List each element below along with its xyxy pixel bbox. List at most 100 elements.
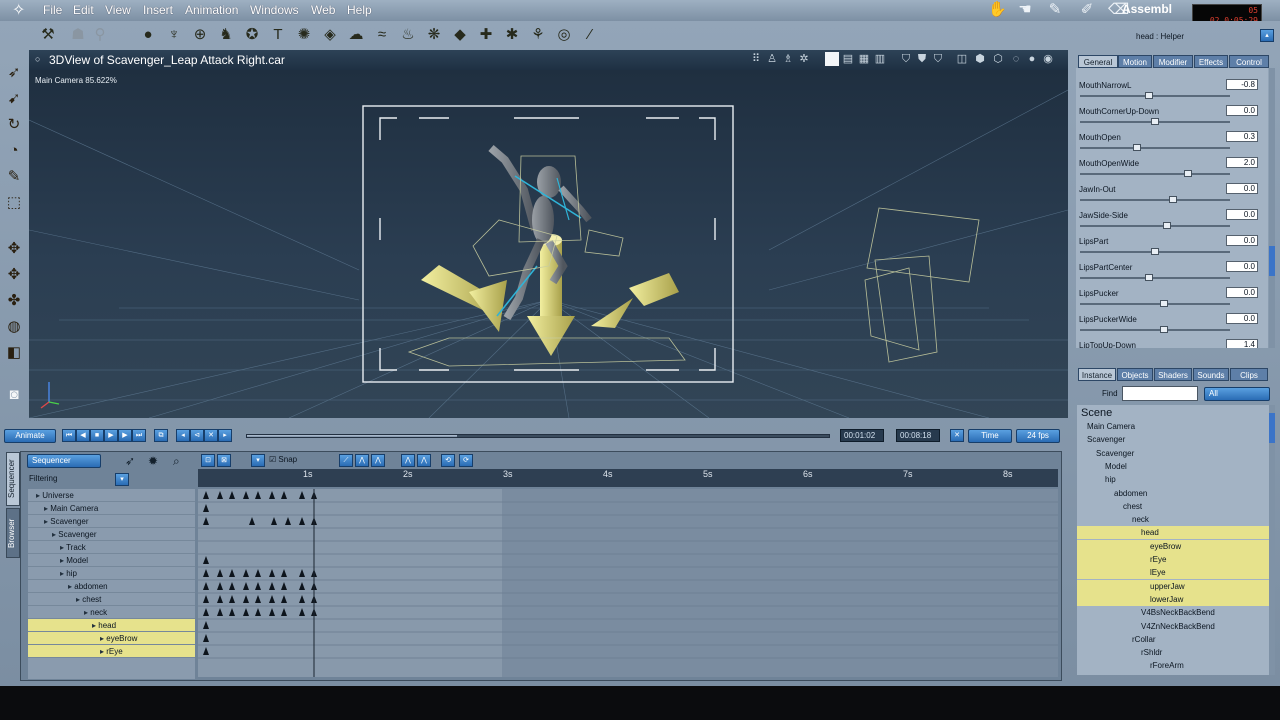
morph-slider-knob[interactable]	[1151, 248, 1159, 255]
morph-slider-knob[interactable]	[1169, 196, 1177, 203]
plane-icon[interactable]: ◈	[320, 25, 340, 45]
key-smooth-icon[interactable]: ⋀	[371, 454, 385, 467]
layout-split-icon[interactable]: ▤	[841, 52, 855, 66]
morph-slider-track[interactable]	[1080, 173, 1230, 175]
morph-value-field[interactable]: 1.4	[1226, 339, 1258, 348]
scene-tree-row[interactable]: Main Camera	[1077, 420, 1269, 433]
scene-tree-row[interactable]: upperJaw	[1077, 579, 1269, 593]
tree-icon[interactable]: ⚘	[528, 25, 548, 45]
tab-sounds[interactable]: Sounds	[1193, 368, 1229, 381]
scene-tree-row[interactable]: rForeArm	[1077, 659, 1269, 672]
fit-view-icon[interactable]: ⊡	[201, 454, 215, 467]
sequencer-tree-row[interactable]: ▸ abdomen	[28, 580, 195, 593]
time-scrubber[interactable]	[246, 434, 830, 438]
scene-tree-row[interactable]: V4BsNeckBackBend	[1077, 606, 1269, 619]
translate-icon[interactable]: ✥	[4, 239, 24, 259]
sphere-lit-icon[interactable]: ◉	[1041, 52, 1055, 66]
sphere-smooth-icon[interactable]: ●	[1025, 52, 1039, 66]
morph-slider-track[interactable]	[1080, 225, 1230, 227]
play-icon[interactable]: ▶	[104, 429, 118, 442]
key-linear-icon[interactable]: ⟋	[339, 454, 353, 467]
scene-tree-row[interactable]: lEye	[1077, 566, 1269, 580]
move-arrow-icon[interactable]: ➹	[4, 89, 24, 109]
tab-clips[interactable]: Clips	[1230, 368, 1268, 381]
scene-tree-row[interactable]: head	[1077, 526, 1269, 540]
hands-icon[interactable]: ☗	[68, 25, 88, 45]
scene-tree-row[interactable]: abdomen	[1077, 487, 1269, 500]
snap-checkbox[interactable]: ☑ Snap	[269, 455, 297, 464]
figure-icon[interactable]: ♞	[216, 25, 236, 45]
sphere-wire-icon[interactable]: ◌	[1009, 52, 1023, 66]
morph-slider-track[interactable]	[1080, 329, 1230, 331]
sequencer-tree-row[interactable]: ▸ head	[28, 619, 195, 632]
tab-instance[interactable]: Instance	[1078, 368, 1116, 381]
pin-icon[interactable]: ✚	[476, 25, 496, 45]
orbit-icon[interactable]: ✤	[4, 291, 24, 311]
morph-value-field[interactable]: 0.3	[1226, 131, 1258, 142]
find-input[interactable]	[1122, 386, 1198, 401]
animate-button[interactable]: Animate	[4, 429, 56, 443]
menu-insert[interactable]: Insert	[143, 3, 173, 17]
sequencer-tree-row[interactable]: ▸ hip	[28, 567, 195, 580]
current-time-field[interactable]: 00:01:02	[840, 429, 884, 442]
gear-icon[interactable]: ✪	[242, 25, 262, 45]
morph-value-field[interactable]: 0.0	[1226, 287, 1258, 298]
menu-file[interactable]: File	[43, 3, 62, 17]
tab-objects[interactable]: Objects	[1117, 368, 1153, 381]
full-view-icon[interactable]	[825, 52, 839, 66]
sequencer-tree-row[interactable]: ▸ Track	[28, 541, 195, 554]
morph-slider-track[interactable]	[1080, 277, 1230, 279]
morph-slider-knob[interactable]	[1160, 300, 1168, 307]
close-dot-icon[interactable]: ○	[35, 54, 40, 64]
sequencer-tracks[interactable]	[198, 489, 1058, 677]
step-forward-icon[interactable]: ▶	[118, 429, 132, 442]
tab-shaders[interactable]: Shaders	[1154, 368, 1192, 381]
sequencer-tree-row[interactable]: ▸ Main Camera	[28, 502, 195, 515]
scene-tree-row[interactable]: eyeBrow	[1077, 539, 1269, 553]
sequencer-tree-row[interactable]: ▸ Universe	[28, 489, 195, 502]
morph-slider-knob[interactable]	[1160, 326, 1168, 333]
bulb-icon[interactable]: ♗	[781, 52, 795, 66]
tab-effects[interactable]: Effects	[1194, 55, 1228, 68]
sequencer-tree-row[interactable]: ▸ Scavenger	[28, 515, 195, 528]
rotate-icon[interactable]: ↻	[4, 115, 24, 135]
menu-animation[interactable]: Animation	[185, 3, 238, 17]
hand-tool-icon[interactable]: ✋	[988, 1, 1007, 19]
add-key-icon[interactable]: ⊲	[190, 429, 204, 442]
goto-start-icon[interactable]: ⏮	[62, 429, 76, 442]
delete-key-icon[interactable]: ✕	[204, 429, 218, 442]
snap-dropdown-icon[interactable]: ▾	[251, 454, 265, 467]
magic-wand-icon[interactable]: ⚒	[38, 25, 58, 45]
scene-tree-row[interactable]: lowerJaw	[1077, 592, 1269, 606]
cloud-icon[interactable]: ☁	[346, 25, 366, 45]
prev-key-icon[interactable]: ◂	[176, 429, 190, 442]
scene-tree-row[interactable]: Model	[1077, 460, 1269, 473]
particles-icon[interactable]: ❋	[424, 25, 444, 45]
grid-icon[interactable]: ⠿	[749, 52, 763, 66]
morph-slider-knob[interactable]	[1145, 92, 1153, 99]
panel-collapse-icon[interactable]: ▴	[1260, 29, 1274, 42]
time-ruler[interactable]: 1s 2s 3s 4s 5s 6s 7s 8s	[198, 469, 1058, 487]
stop-icon[interactable]: ■	[90, 429, 104, 442]
tab-modifier[interactable]: Modifier	[1153, 55, 1193, 68]
step-back-icon[interactable]: ◀	[76, 429, 90, 442]
goblet-icon[interactable]: ♆	[164, 25, 184, 45]
morph-value-field[interactable]: 0.0	[1226, 235, 1258, 246]
wire-shield-icon[interactable]: ⛊	[915, 52, 929, 66]
pen-tool-icon[interactable]: ✎	[1046, 1, 1064, 19]
sequencer-tree-row[interactable]: ▸ Scavenger	[28, 528, 195, 541]
morph-slider-knob[interactable]	[1184, 170, 1192, 177]
tab-control[interactable]: Control	[1229, 55, 1269, 68]
scene-tree-row[interactable]: V4ZnNeckBackBend	[1077, 620, 1269, 633]
scene-tree-row[interactable]: hip	[1077, 473, 1269, 486]
menu-view[interactable]: View	[105, 3, 131, 17]
scene-tree-row[interactable]: chest	[1077, 500, 1269, 513]
scene-tree-row[interactable]: neck	[1077, 513, 1269, 526]
key-pingpong-icon[interactable]: ⟳	[459, 454, 473, 467]
morph-slider-track[interactable]	[1080, 303, 1230, 305]
box-wire-icon[interactable]: ◫	[955, 52, 969, 66]
scene-tree-row[interactable]: Scavenger	[1077, 433, 1269, 446]
cursor-icon[interactable]: ➶	[125, 454, 135, 468]
light-icon[interactable]: ♙	[765, 52, 779, 66]
key-step-icon[interactable]: ⋀	[401, 454, 415, 467]
